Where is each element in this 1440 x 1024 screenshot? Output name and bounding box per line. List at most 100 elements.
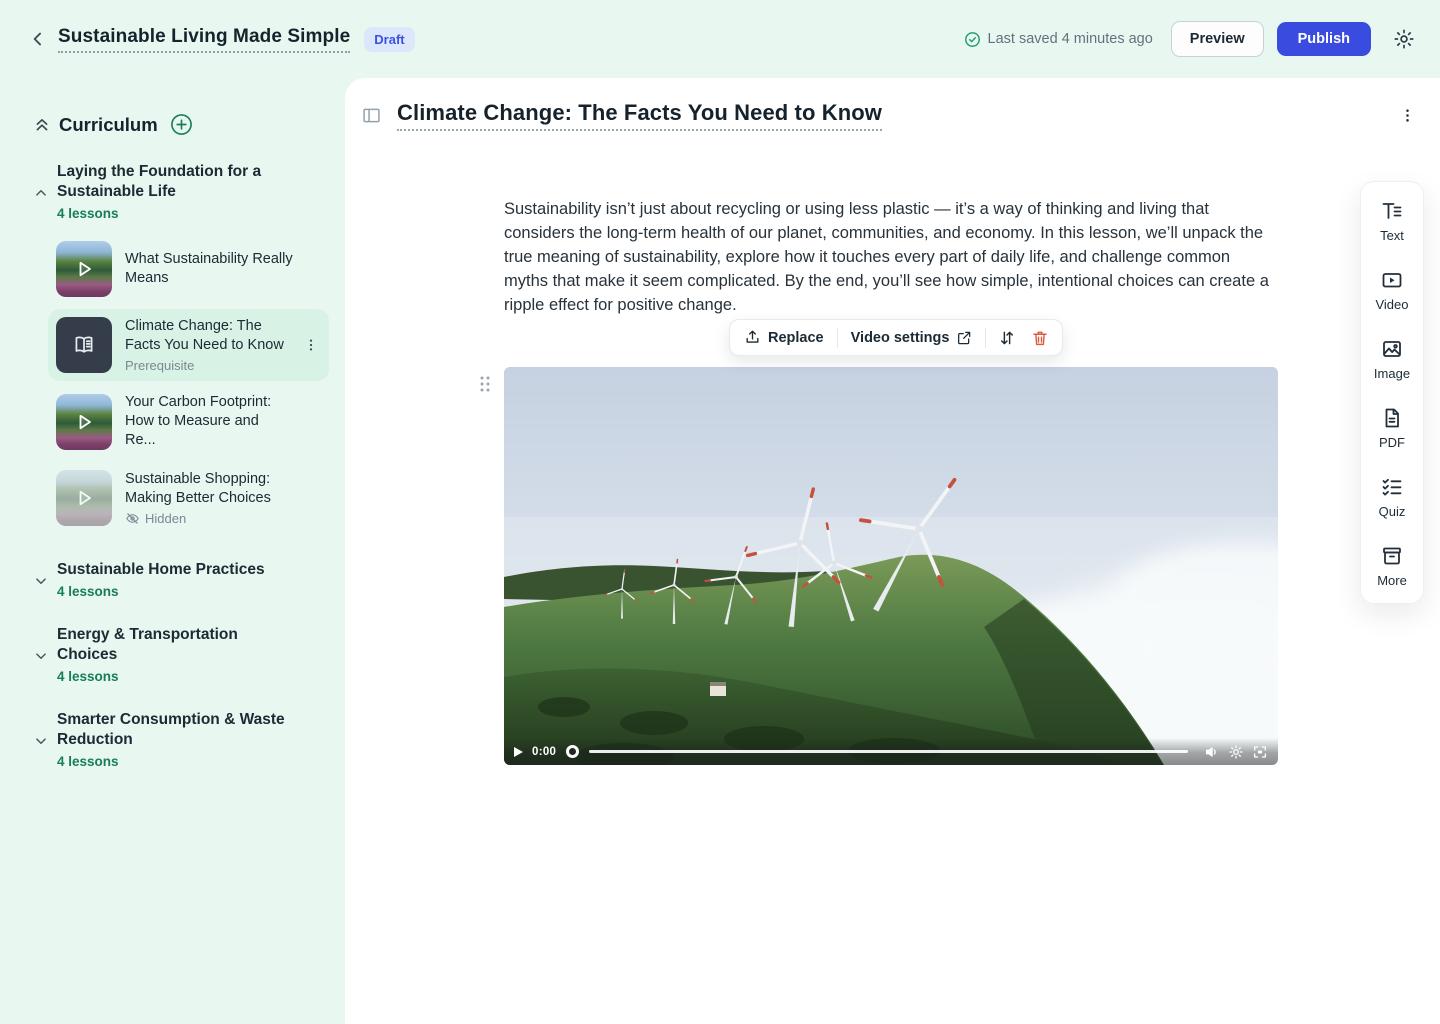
hidden-text: Hidden	[145, 511, 186, 526]
video-settings-button[interactable]: Video settings	[847, 330, 977, 346]
content-blocks-toolbox: Text Video Image PDF Quiz More	[1360, 181, 1424, 604]
text-icon	[1380, 199, 1404, 223]
section-text: Laying the Foundation for a Sustainable …	[57, 162, 302, 221]
move-block-button[interactable]	[995, 329, 1019, 347]
lessons-list: What Sustainability Really Means Climate…	[48, 233, 335, 534]
add-pdf-block[interactable]: PDF	[1379, 406, 1405, 450]
lesson-editor-card: Climate Change: The Facts You Need to Kn…	[345, 78, 1440, 1024]
section-header[interactable]: Laying the Foundation for a Sustainable …	[32, 162, 335, 221]
section-lesson-count: 4 lessons	[57, 584, 265, 599]
lesson-video-thumbnail	[56, 470, 112, 526]
play-icon	[56, 394, 112, 450]
block-drag-handle[interactable]	[477, 374, 493, 394]
section-header[interactable]: Smarter Consumption & Waste Reduction 4 …	[32, 710, 335, 769]
section-header[interactable]: Energy & Transportation Choices 4 lesson…	[32, 625, 335, 684]
play-icon	[56, 241, 112, 297]
volume-icon[interactable]	[1204, 744, 1220, 760]
toolbox-label: Quiz	[1379, 504, 1406, 519]
lesson-item-what-sustainability[interactable]: What Sustainability Really Means	[48, 233, 329, 305]
toolbox-label: More	[1377, 573, 1407, 588]
lesson-item-carbon-footprint[interactable]: Your Carbon Footprint: How to Measure an…	[48, 385, 329, 458]
settings-gear-icon[interactable]	[1393, 28, 1415, 50]
preview-button[interactable]: Preview	[1171, 21, 1264, 57]
section-energy-transportation: Energy & Transportation Choices 4 lesson…	[32, 625, 335, 684]
section-smarter-consumption: Smarter Consumption & Waste Reduction 4 …	[32, 710, 335, 769]
section-title: Sustainable Home Practices	[57, 560, 265, 580]
video-player[interactable]: 0:00	[504, 367, 1278, 765]
sort-arrows-icon	[998, 329, 1016, 347]
add-section-button[interactable]	[170, 113, 193, 136]
section-title: Smarter Consumption & Waste Reduction	[57, 710, 302, 750]
video-block-toolbar: Replace Video settings	[729, 319, 1063, 356]
toolbox-label: Video	[1375, 297, 1408, 312]
section-lesson-count: 4 lessons	[57, 669, 302, 684]
section-title: Laying the Foundation for a Sustainable …	[57, 162, 302, 202]
video-controls-bar: 0:00	[504, 738, 1278, 765]
collapse-all-icon[interactable]	[32, 115, 54, 135]
lesson-title: What Sustainability Really Means	[125, 250, 293, 288]
curriculum-sidebar: Curriculum Laying the Foundation for a S…	[0, 78, 345, 1024]
lesson-intro-paragraph[interactable]: Sustainability isn’t just about recyclin…	[504, 197, 1278, 317]
section-lesson-count: 4 lessons	[57, 754, 302, 769]
toolbox-label: Image	[1374, 366, 1410, 381]
section-laying-foundation: Laying the Foundation for a Sustainable …	[32, 162, 335, 534]
publish-button[interactable]: Publish	[1277, 22, 1371, 56]
lesson-video-thumbnail	[56, 241, 112, 297]
player-settings-icon[interactable]	[1228, 744, 1244, 760]
lesson-editor-body: Sustainability isn’t just about recyclin…	[504, 197, 1278, 765]
back-button[interactable]	[24, 25, 52, 53]
lesson-text: What Sustainability Really Means	[125, 250, 293, 288]
lesson-text: Your Carbon Footprint: How to Measure an…	[125, 393, 293, 450]
lesson-page-title[interactable]: Climate Change: The Facts You Need to Kn…	[397, 100, 882, 131]
curriculum-header: Curriculum	[32, 113, 335, 136]
topbar: Sustainable Living Made Simple Draft Las…	[0, 0, 1440, 78]
replace-video-button[interactable]: Replace	[740, 329, 828, 346]
check-circle-icon	[964, 31, 981, 48]
section-title: Energy & Transportation Choices	[57, 625, 302, 665]
eye-off-icon	[125, 511, 140, 526]
add-more-block[interactable]: More	[1377, 544, 1407, 588]
fullscreen-icon[interactable]	[1252, 744, 1268, 760]
lesson-title: Climate Change: The Facts You Need to Kn…	[125, 317, 293, 355]
lesson-reading-thumbnail	[56, 317, 112, 373]
lesson-item-sustainable-shopping[interactable]: Sustainable Shopping: Making Better Choi…	[48, 462, 329, 534]
save-status-text: Last saved 4 minutes ago	[988, 31, 1153, 47]
add-image-block[interactable]: Image	[1374, 337, 1410, 381]
scrubber-handle[interactable]	[566, 745, 579, 758]
lesson-options-kebab[interactable]	[1399, 107, 1416, 124]
chevron-up-icon[interactable]	[32, 184, 52, 202]
video-settings-label: Video settings	[851, 330, 950, 346]
chevron-down-icon[interactable]	[32, 562, 52, 599]
section-header[interactable]: Sustainable Home Practices 4 lessons	[32, 560, 335, 599]
toolbar-divider	[985, 328, 986, 348]
save-status: Last saved 4 minutes ago	[964, 31, 1153, 48]
add-quiz-block[interactable]: Quiz	[1379, 475, 1406, 519]
lesson-title: Your Carbon Footprint: How to Measure an…	[125, 393, 293, 450]
toggle-sidebar-icon[interactable]	[361, 105, 382, 126]
section-text: Smarter Consumption & Waste Reduction 4 …	[57, 710, 302, 769]
course-title[interactable]: Sustainable Living Made Simple	[58, 26, 350, 53]
current-time: 0:00	[532, 746, 556, 758]
toolbar-divider	[837, 328, 838, 348]
play-button[interactable]	[512, 746, 524, 758]
progress-track[interactable]	[589, 750, 1188, 753]
delete-block-button[interactable]	[1028, 329, 1052, 347]
chevron-down-icon[interactable]	[32, 627, 52, 684]
lesson-kebab-menu[interactable]	[303, 337, 319, 353]
replace-label: Replace	[768, 330, 824, 346]
toolbox-label: Text	[1380, 228, 1404, 243]
lesson-item-climate-change[interactable]: Climate Change: The Facts You Need to Kn…	[48, 309, 329, 381]
quiz-icon	[1380, 475, 1404, 499]
add-video-block[interactable]: Video	[1375, 268, 1408, 312]
upload-icon	[744, 329, 761, 346]
chevron-down-icon[interactable]	[32, 732, 52, 750]
video-icon	[1380, 268, 1404, 292]
video-still-wind-turbines	[504, 367, 1278, 765]
section-text: Sustainable Home Practices 4 lessons	[57, 560, 265, 599]
open-book-icon	[71, 332, 97, 358]
course-editor-app: Sustainable Living Made Simple Draft Las…	[0, 0, 1440, 1024]
add-text-block[interactable]: Text	[1380, 199, 1404, 243]
lesson-text: Climate Change: The Facts You Need to Kn…	[125, 317, 293, 373]
sections-list: Laying the Foundation for a Sustainable …	[32, 162, 335, 769]
toolbox-label: PDF	[1379, 435, 1405, 450]
